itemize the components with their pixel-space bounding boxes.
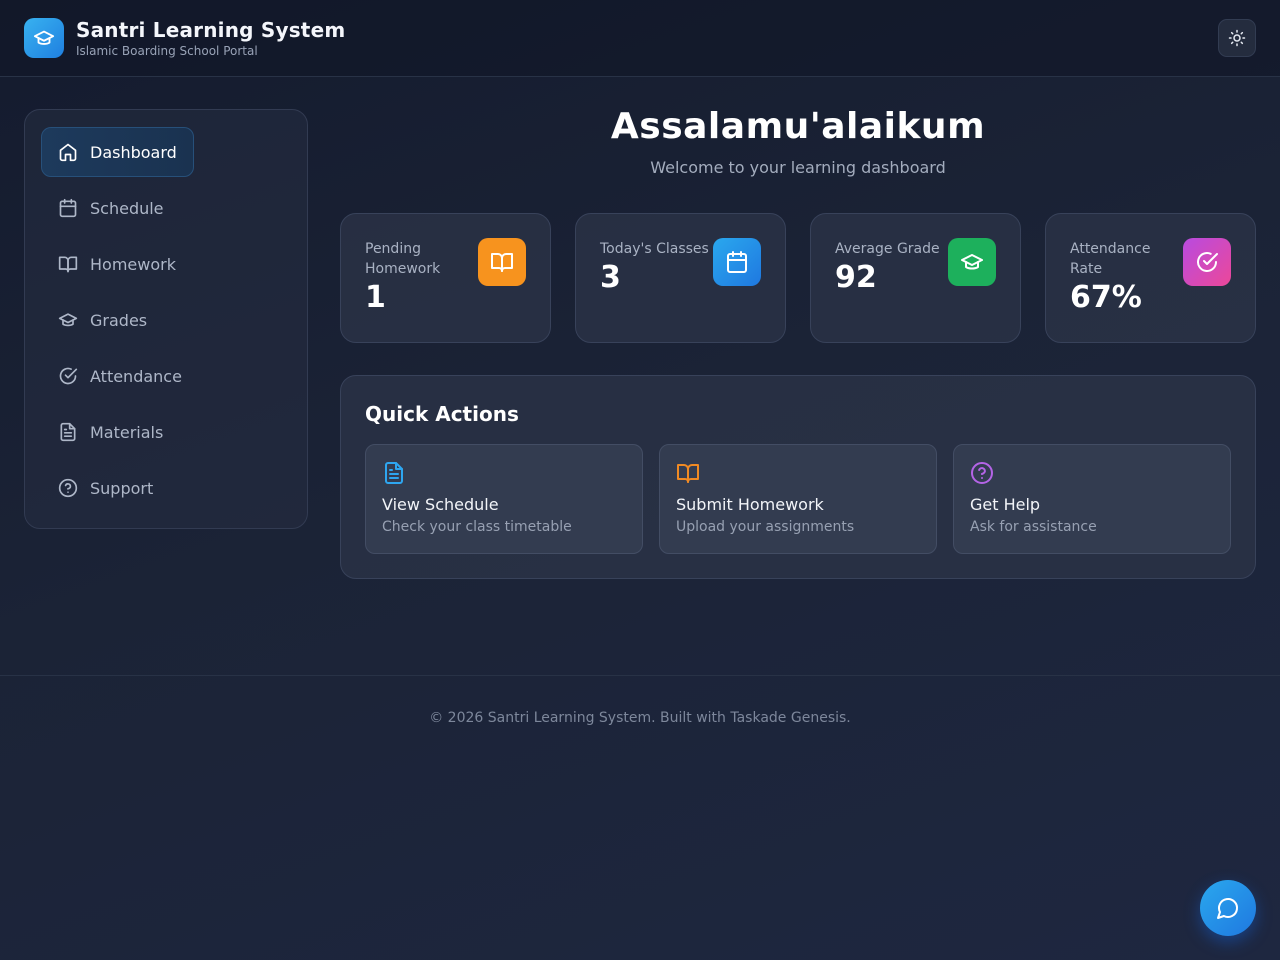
stat-label: Average Grade: [835, 241, 940, 257]
sun-icon: [1228, 29, 1246, 47]
page-footer: © 2026 Santri Learning System. Built wit…: [0, 675, 1280, 761]
theme-toggle-button[interactable]: [1218, 19, 1256, 57]
sidebar-item-label: Support: [90, 478, 154, 498]
book-open-icon: [478, 238, 526, 286]
graduation-cap-icon: [948, 238, 996, 286]
stat-card-average-grade: Average Grade 92: [810, 213, 1021, 343]
footer-copyright: © 2026 Santri Learning System. Built wit…: [429, 710, 851, 726]
view-schedule-button[interactable]: View Schedule Check your class timetable: [365, 444, 643, 554]
help-circle-icon: [58, 478, 78, 498]
quick-action-title: Submit Homework: [676, 495, 824, 514]
check-circle-icon: [1183, 238, 1231, 286]
help-circle-icon: [971, 462, 993, 484]
sidebar-item-dashboard[interactable]: Dashboard: [41, 127, 194, 177]
file-text-icon: [385, 462, 403, 484]
stat-value: 3: [600, 260, 621, 295]
sidebar-item-label: Grades: [90, 310, 148, 330]
stat-label: Attendance Rate: [1070, 241, 1151, 277]
quick-action-title: View Schedule: [382, 495, 499, 514]
app-title: Santri Learning System: [76, 18, 346, 42]
stat-value: 67%: [1070, 280, 1142, 315]
quick-action-description: Check your class timetable: [382, 519, 572, 535]
stat-label: Pending Homework: [365, 241, 441, 277]
sidebar-item-homework[interactable]: Homework: [41, 239, 194, 289]
sidebar-item-label: Attendance: [90, 366, 182, 386]
app-header: Santri Learning System Islamic Boarding …: [0, 0, 1280, 77]
chat-button[interactable]: [1200, 880, 1256, 936]
sidebar-item-support[interactable]: Support: [41, 463, 194, 513]
book-open-icon: [677, 464, 699, 483]
quick-action-description: Upload your assignments: [676, 519, 855, 535]
stat-card-attendance-rate: Attendance Rate 67%: [1045, 213, 1256, 343]
app-subtitle: Islamic Boarding School Portal: [76, 44, 258, 58]
calendar-icon: [713, 238, 761, 286]
sidebar-item-label: Homework: [90, 254, 176, 274]
file-text-icon: [60, 422, 76, 442]
sidebar-item-schedule[interactable]: Schedule: [41, 183, 194, 233]
stat-card-todays-classes: Today's Classes 3: [575, 213, 786, 343]
stat-value: 92: [835, 260, 877, 295]
sidebar-item-label: Materials: [90, 422, 164, 442]
quick-action-description: Ask for assistance: [970, 519, 1097, 535]
stat-label: Today's Classes: [600, 241, 709, 257]
sidebar-item-label: Schedule: [90, 198, 164, 218]
book-open-icon: [58, 256, 78, 273]
calendar-icon: [59, 198, 77, 218]
get-help-button[interactable]: Get Help Ask for assistance: [953, 444, 1231, 554]
submit-homework-button[interactable]: Submit Homework Upload your assignments: [659, 444, 937, 554]
graduation-cap-icon: [58, 313, 78, 327]
graduation-cap-icon: [24, 18, 64, 58]
check-circle-icon: [59, 367, 78, 385]
page-subtitle: Welcome to your learning dashboard: [650, 158, 946, 177]
message-circle-icon: [1217, 898, 1238, 919]
quick-actions-title: Quick Actions: [365, 402, 519, 426]
stat-value: 1: [365, 280, 386, 315]
sidebar-nav: Dashboard Schedule Homework Grades Atten…: [24, 109, 308, 529]
quick-actions-panel: Quick Actions View Schedule Check your c…: [340, 375, 1256, 579]
sidebar-item-materials[interactable]: Materials: [41, 407, 194, 457]
sidebar-item-grades[interactable]: Grades: [41, 295, 194, 345]
stat-card-pending-homework: Pending Homework 1: [340, 213, 551, 343]
home-icon: [59, 143, 77, 162]
quick-action-title: Get Help: [970, 495, 1041, 514]
page-title: Assalamu'alaikum: [610, 106, 986, 147]
sidebar-item-label: Dashboard: [90, 142, 177, 162]
sidebar-item-attendance[interactable]: Attendance: [41, 351, 194, 401]
